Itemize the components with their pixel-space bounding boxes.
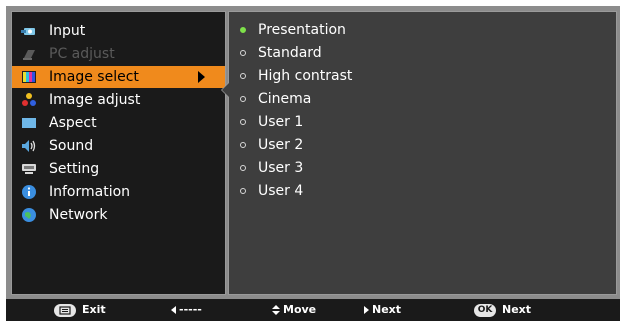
menu-item-label: Sound	[49, 138, 94, 154]
option-label: User 3	[258, 160, 304, 176]
submenu-arrow-icon	[198, 71, 205, 83]
menu-item-label: Image adjust	[49, 92, 141, 108]
setting-icon	[21, 161, 37, 177]
option-label: User 4	[258, 183, 304, 199]
menu-item-label: Aspect	[49, 115, 97, 131]
pc-adjust-icon	[21, 46, 37, 62]
option-high-contrast[interactable]: High contrast	[229, 65, 616, 88]
menu-item-aspect[interactable]: Aspect	[12, 112, 225, 134]
option-label: Presentation	[258, 22, 346, 38]
exit-label: Exit	[82, 303, 106, 316]
option-label: User 2	[258, 137, 304, 153]
sound-icon	[21, 138, 37, 154]
image-adjust-icon	[21, 92, 37, 108]
option-standard[interactable]: Standard	[229, 42, 616, 65]
menu-item-label: Information	[49, 184, 131, 200]
ok-next-label: Next	[502, 303, 532, 316]
menu-item-label: Network	[49, 207, 108, 223]
radio-icon	[240, 142, 246, 148]
radio-icon	[240, 73, 246, 79]
menu-item-network[interactable]: Network	[12, 204, 225, 226]
option-label: Cinema	[258, 91, 312, 107]
menu-item-pc-adjust[interactable]: PC adjust	[12, 43, 225, 65]
ok-button-icon: OK	[474, 303, 496, 317]
menu-button-icon	[54, 303, 76, 317]
option-presentation[interactable]: Presentation	[229, 19, 616, 42]
move-hint: Move	[272, 299, 316, 321]
menu-item-image-select[interactable]: Image select	[12, 66, 225, 88]
menu-item-label: PC adjust	[49, 46, 115, 62]
menu-item-information[interactable]: Information	[12, 181, 225, 203]
panel-pointer-fill	[222, 83, 229, 97]
radio-icon	[240, 119, 246, 125]
ok-next-hint: OK Next	[474, 299, 531, 321]
option-user-2[interactable]: User 2	[229, 134, 616, 157]
menu-item-label: Input	[49, 23, 86, 39]
aspect-icon	[21, 115, 37, 131]
menu-item-input[interactable]: Input	[12, 20, 225, 42]
input-icon	[21, 23, 37, 39]
option-cinema[interactable]: Cinema	[229, 88, 616, 111]
radio-selected-icon	[240, 27, 246, 33]
menu-item-setting[interactable]: Setting	[12, 158, 225, 180]
radio-icon	[240, 188, 246, 194]
right-arrow-icon	[364, 306, 369, 314]
next-label: Next	[372, 303, 402, 316]
move-label: Move	[283, 303, 317, 316]
menu-item-sound[interactable]: Sound	[12, 135, 225, 157]
option-user-1[interactable]: User 1	[229, 111, 616, 134]
option-user-3[interactable]: User 3	[229, 157, 616, 180]
left-arrow-icon	[171, 306, 176, 314]
button-guide-bar: Exit ----- Move Next OK Next	[6, 299, 620, 321]
radio-icon	[240, 96, 246, 102]
image-select-icon	[21, 69, 37, 85]
back-label: -----	[179, 303, 202, 316]
option-label: User 1	[258, 114, 304, 130]
projector-menu: Input PC adjust Image select Image adjus…	[6, 6, 620, 321]
exit-hint: Exit	[54, 299, 106, 321]
option-label: High contrast	[258, 68, 353, 84]
menu-item-label: Image select	[49, 69, 139, 85]
up-down-arrow-icon	[272, 305, 280, 315]
image-mode-panel: Presentation Standard High contrast Cine…	[221, 11, 617, 295]
option-user-4[interactable]: User 4	[229, 180, 616, 203]
radio-icon	[240, 165, 246, 171]
option-label: Standard	[258, 45, 322, 61]
menu-item-image-adjust[interactable]: Image adjust	[12, 89, 225, 111]
main-menu-panel: Input PC adjust Image select Image adjus…	[11, 11, 226, 295]
radio-icon	[240, 50, 246, 56]
next-hint: Next	[364, 299, 401, 321]
back-hint: -----	[171, 299, 202, 321]
menu-item-label: Setting	[49, 161, 100, 177]
network-icon	[21, 207, 37, 223]
information-icon	[21, 184, 37, 200]
